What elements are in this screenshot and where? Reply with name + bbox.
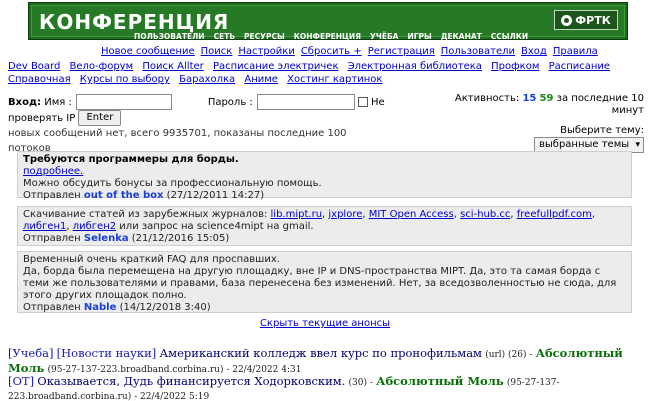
nav-rules[interactable]: Правила	[553, 46, 598, 57]
nav-reset[interactable]: Сбросить +	[301, 46, 362, 57]
login-label: Вход:	[8, 97, 42, 108]
top-menu: ПОЛЬЗОВАТЕЛИ СЕТЬ РЕСУРСЫ КОНФЕРЕНЦИЯ УЧ…	[134, 32, 528, 41]
announcement-title: Требуются программеры для борды.	[23, 154, 239, 165]
thread-category[interactable]: [Новости науки]	[57, 346, 157, 360]
nav-new-message[interactable]: Новое сообщение	[101, 46, 195, 57]
menu-item-study[interactable]: УЧЁБА	[370, 32, 399, 41]
no-ip-check-label-2: проверять IP	[8, 113, 76, 124]
link-lib-mipt[interactable]: lib.mipt.ru	[271, 209, 323, 220]
main-nav: Новое сообщение Поиск Настройки Сбросить…	[101, 46, 598, 57]
site-logo[interactable]: КОНФЕРЕНЦИЯ	[39, 10, 229, 34]
topic-row: Выберите тему:выбранные темы ▾	[452, 125, 644, 153]
menu-item-games[interactable]: ИГРЫ	[408, 32, 432, 41]
menu-item-resources[interactable]: РЕСУРСЫ	[244, 32, 285, 41]
link-libgen1[interactable]: либген1	[23, 221, 66, 232]
nav-schedule[interactable]: Расписание	[549, 61, 611, 72]
nav-register[interactable]: Регистрация	[368, 46, 435, 57]
nav-train-schedule[interactable]: Расписание электричек	[213, 61, 339, 72]
nav-profkom[interactable]: Профком	[491, 61, 539, 72]
announcement-author[interactable]: out of the box	[84, 190, 164, 201]
thread-category[interactable]: [ОТ]	[8, 374, 34, 388]
link-mit-open-access[interactable]: MIT Open Access	[369, 209, 454, 220]
thread-title[interactable]: Оказывается, Дудь финансируется Ходорков…	[37, 374, 345, 388]
thread-meta: (url) (26) -	[485, 350, 533, 360]
link-libgen2[interactable]: либген2	[73, 221, 116, 232]
no-ip-check-label: Не	[370, 97, 385, 108]
nav-search-allter[interactable]: Поиск Allter	[142, 61, 203, 72]
topic-label: Выберите тему:	[560, 125, 644, 136]
nav-users[interactable]: Пользователи	[441, 46, 515, 57]
nav-image-hosting[interactable]: Хостинг картинок	[287, 74, 382, 85]
nav-settings[interactable]: Настройки	[238, 46, 294, 57]
nav-search[interactable]: Поиск	[201, 46, 233, 57]
menu-item-links[interactable]: ССЫЛКИ	[491, 32, 528, 41]
activity-count-1: 15	[522, 93, 537, 104]
nav-elective-courses[interactable]: Курсы по выбору	[80, 74, 170, 85]
announcement: Скачивание статей из зарубежных журналов…	[17, 206, 632, 246]
banner: КОНФЕРЕНЦИЯ ПОЛЬЗОВАТЕЛИ СЕТЬ РЕСУРСЫ КО…	[28, 2, 628, 41]
menu-item-users[interactable]: ПОЛЬЗОВАТЕЛИ	[134, 32, 205, 41]
activity-count-2: 59	[539, 93, 554, 104]
thread-title[interactable]: Американский колледж ввел курс по проноф…	[159, 346, 482, 360]
thread-meta: (30) -	[348, 378, 373, 388]
hide-announcements-row: Скрыть текущие анонсы	[0, 318, 650, 329]
password-input[interactable]	[256, 94, 355, 110]
more-link[interactable]: подробнее.	[23, 166, 83, 177]
menu-item-network[interactable]: СЕТЬ	[214, 32, 235, 41]
nav-velo-forum[interactable]: Вело-форум	[70, 61, 134, 72]
thread-author[interactable]: Абсолютный Моль	[376, 374, 504, 388]
brand-badge[interactable]: ФРТК	[554, 10, 618, 30]
announcement-author[interactable]: Nable	[84, 302, 117, 313]
nav-reference[interactable]: Справочная	[8, 74, 71, 85]
link-jxplore[interactable]: jxplore	[328, 209, 362, 220]
hide-announcements-link[interactable]: Скрыть текущие анонсы	[260, 318, 390, 329]
activity-line: Активность: 15 59 за последние 10 минут	[454, 93, 644, 116]
announcement: Временный очень краткий FAQ для проспавш…	[17, 251, 632, 313]
name-input[interactable]	[75, 94, 172, 110]
activity-panel: Активность: 15 59 за последние 10 минут …	[452, 93, 644, 153]
link-sci-hub[interactable]: sci-hub.cc	[460, 209, 510, 220]
announcement: Требуются программеры для борды. подробн…	[17, 151, 632, 201]
nav-login[interactable]: Вход	[521, 46, 547, 57]
menu-item-conference[interactable]: КОНФЕРЕНЦИЯ	[294, 32, 361, 41]
brand-logo-icon	[561, 14, 573, 26]
chevron-down-icon: ▾	[635, 140, 640, 150]
password-label: Пароль :	[207, 97, 253, 108]
thread-category[interactable]: [Учеба]	[8, 346, 53, 360]
site-header: КОНФЕРЕНЦИЯ ПОЛЬЗОВАТЕЛИ СЕТЬ РЕСУРСЫ КО…	[0, 0, 650, 44]
link-freefullpdf[interactable]: freefullpdf.com	[517, 209, 592, 220]
menu-item-deanery[interactable]: ДЕКАНАТ	[441, 32, 482, 41]
login-form: Вход: Имя : Пароль : Не проверять IP Ente…	[8, 94, 388, 156]
enter-button[interactable]: Enter	[78, 110, 122, 126]
thread-item: [Учеба] [Новости науки] Американский кол…	[8, 347, 646, 377]
nav-anime[interactable]: Аниме	[244, 74, 278, 85]
nav-e-library[interactable]: Электронная библиотека	[348, 61, 482, 72]
no-ip-check-checkbox[interactable]	[357, 97, 368, 107]
nav-dev-board[interactable]: Dev Board	[8, 61, 60, 72]
nav-flea-market[interactable]: Барахолка	[179, 74, 235, 85]
name-label: Имя :	[44, 97, 72, 108]
resource-nav: Dev Board Вело-форум Поиск Allter Распис…	[8, 60, 648, 86]
thread-item: [ОТ] Оказывается, Дудь финансируется Ход…	[8, 375, 646, 401]
announcement-author[interactable]: Selenka	[84, 233, 129, 244]
